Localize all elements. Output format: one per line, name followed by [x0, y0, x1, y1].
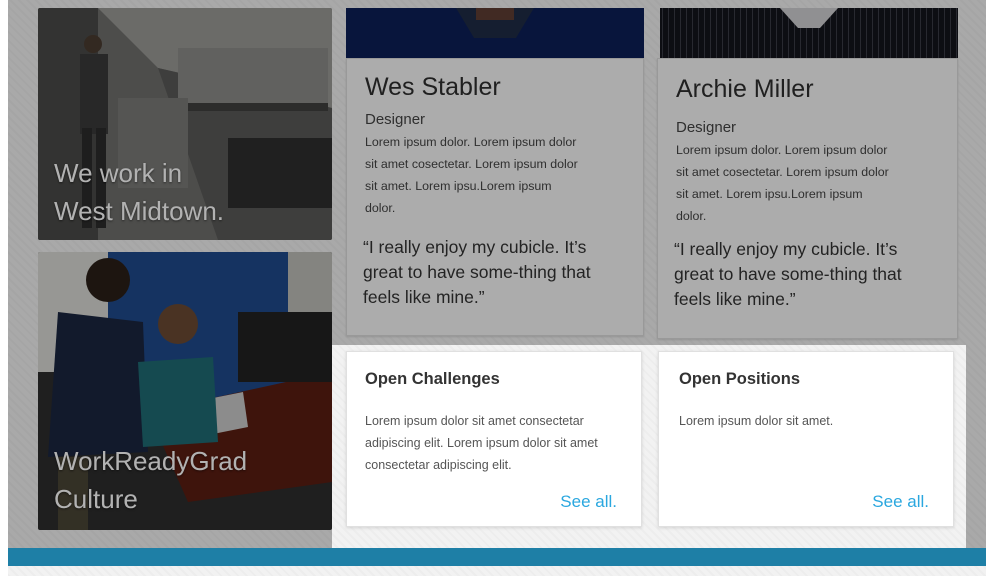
card-title: Open Challenges [365, 370, 500, 388]
person-role: Designer [365, 111, 426, 128]
office-caption: We work in West Midtown. [54, 154, 224, 230]
wes-stabler-photo [346, 8, 644, 58]
person-name: Wes Stabler [365, 73, 501, 101]
culture-photo-tile[interactable]: WorkReadyGrad Culture [38, 252, 332, 530]
office-caption-line-1: We work in [54, 158, 183, 188]
card-text: Lorem ipsum dolor sit amet. [679, 414, 834, 428]
person-bio: Lorem ipsum dolor. Lorem ipsum dolor sit… [676, 143, 889, 223]
culture-caption-line-2: Culture [54, 484, 138, 514]
person-quote: “I really enjoy my cubicle. It’s great t… [674, 239, 902, 309]
culture-caption-line-1: WorkReadyGrad [54, 446, 248, 476]
see-all-positions-link[interactable]: See all. [872, 492, 929, 512]
card-text: Lorem ipsum dolor sit amet consectetar a… [365, 414, 598, 472]
card-title: Open Positions [679, 370, 801, 388]
culture-caption: WorkReadyGrad Culture [54, 442, 247, 518]
person-bio: Lorem ipsum dolor. Lorem ipsum dolor sit… [365, 135, 578, 215]
open-positions-card[interactable]: Open Positions Lorem ipsum dolor sit ame… [658, 351, 954, 527]
open-challenges-card[interactable]: Open Challenges Lorem ipsum dolor sit am… [346, 351, 642, 527]
archie-miller-photo [660, 8, 958, 58]
person-quote: “I really enjoy my cubicle. It’s great t… [363, 237, 591, 307]
person-name: Archie Miller [676, 75, 814, 103]
office-caption-line-2: West Midtown. [54, 196, 225, 226]
person-card-archie-miller[interactable]: Archie Miller Designer Lorem ipsum dolor… [657, 58, 958, 339]
person-card-wes-stabler[interactable]: Wes Stabler Designer Lorem ipsum dolor. … [346, 58, 644, 336]
footer-bar [8, 548, 986, 566]
office-photo-tile[interactable]: We work in West Midtown. [38, 8, 332, 240]
see-all-challenges-link[interactable]: See all. [560, 492, 617, 512]
person-role: Designer [676, 119, 737, 136]
